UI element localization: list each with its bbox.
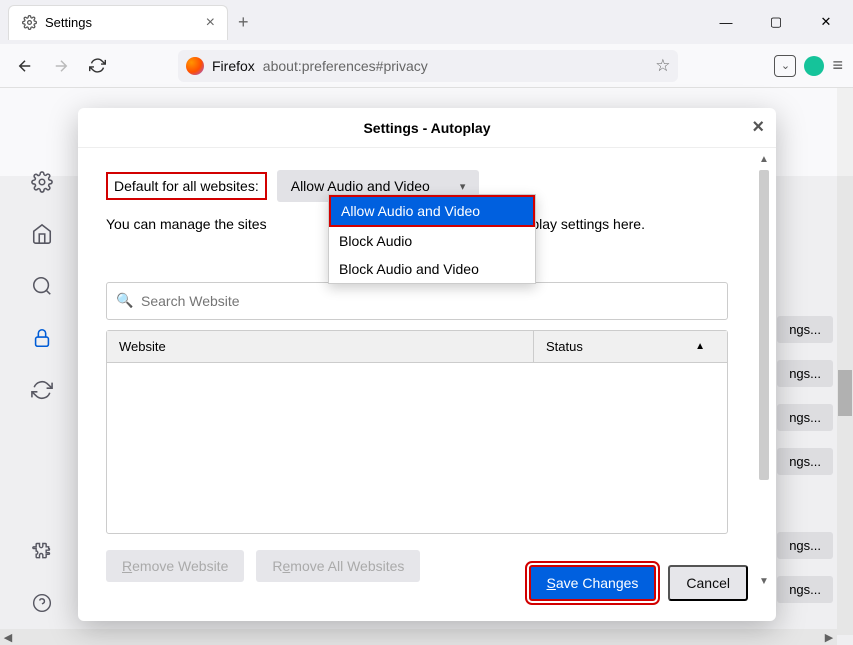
url-brand: Firefox: [212, 58, 255, 74]
modal-header: Settings - Autoplay ×: [78, 108, 776, 148]
save-changes-button[interactable]: Save Changes: [529, 565, 657, 601]
extension-icon[interactable]: [804, 56, 824, 76]
bookmark-star-icon[interactable]: ☆: [655, 56, 670, 76]
gear-icon: [21, 15, 37, 31]
sort-arrow-icon: ▲: [695, 341, 705, 352]
dropdown-option-block-av[interactable]: Block Audio and Video: [329, 255, 535, 283]
autoplay-settings-modal: Settings - Autoplay × ▲▼ Default for all…: [78, 108, 776, 621]
default-label: Default for all websites:: [106, 172, 267, 200]
forward-button[interactable]: [46, 51, 76, 81]
modal-title: Settings - Autoplay: [363, 120, 490, 136]
reload-button[interactable]: [82, 51, 112, 81]
modal-scrollbar[interactable]: ▲▼: [756, 148, 772, 621]
pocket-icon[interactable]: ⌄: [774, 55, 796, 77]
website-table: Website Status ▲: [106, 330, 728, 534]
remove-website-button[interactable]: Remove Website: [106, 550, 244, 582]
modal-close-icon[interactable]: ×: [752, 116, 764, 139]
titlebar: Settings × + — ▢ ✕: [0, 0, 853, 44]
firefox-logo-icon: [186, 57, 204, 75]
url-path: about:preferences#privacy: [263, 58, 428, 74]
browser-tab[interactable]: Settings ×: [8, 5, 228, 40]
minimize-button[interactable]: —: [703, 6, 749, 38]
dropdown-selected: Allow Audio and Video: [291, 178, 430, 194]
page-content: ◀▶ ngs... ngs... ngs... ngs... ngs... ng…: [0, 88, 853, 645]
back-button[interactable]: [10, 51, 40, 81]
url-bar[interactable]: Firefox about:preferences#privacy ☆: [178, 50, 678, 82]
search-website-input[interactable]: [106, 282, 728, 320]
dropdown-menu: Allow Audio and Video Block Audio Block …: [328, 194, 536, 284]
tab-title: Settings: [45, 15, 92, 30]
new-tab-button[interactable]: +: [238, 12, 249, 33]
cancel-button[interactable]: Cancel: [668, 565, 748, 601]
col-website[interactable]: Website: [107, 331, 533, 362]
remove-all-websites-button[interactable]: Remove All Websites: [256, 550, 420, 582]
close-window-button[interactable]: ✕: [803, 6, 849, 38]
tab-close-icon[interactable]: ×: [206, 14, 215, 32]
menu-icon[interactable]: ≡: [832, 55, 843, 76]
dropdown-option-allow[interactable]: Allow Audio and Video: [331, 197, 533, 225]
chevron-down-icon: ▾: [460, 180, 466, 193]
toolbar: Firefox about:preferences#privacy ☆ ⌄ ≡: [0, 44, 853, 88]
table-body: [107, 363, 727, 533]
col-status[interactable]: Status ▲: [533, 331, 727, 362]
window-controls: — ▢ ✕: [703, 6, 853, 38]
maximize-button[interactable]: ▢: [753, 6, 799, 38]
dropdown-option-block-audio[interactable]: Block Audio: [329, 227, 535, 255]
search-icon: 🔍: [116, 292, 133, 309]
